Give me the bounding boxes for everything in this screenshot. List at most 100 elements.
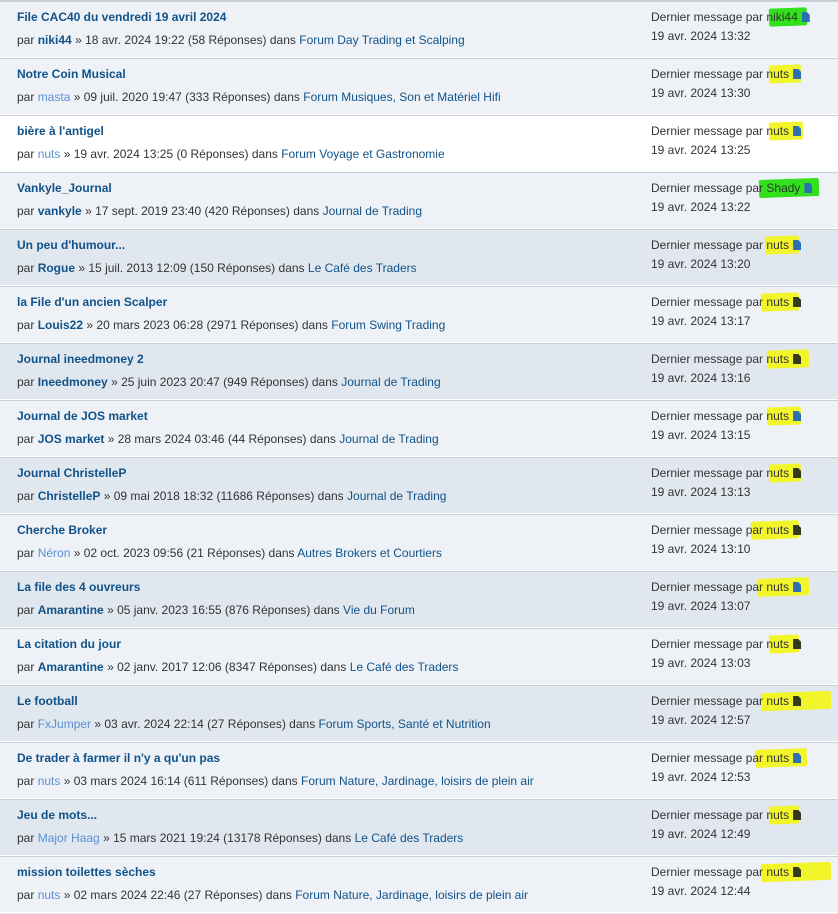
- last-post-label: Dernier message par: [651, 238, 764, 252]
- topic-title-link[interactable]: Cherche Broker: [17, 523, 107, 537]
- topic-title-link[interactable]: La file des 4 ouvreurs: [17, 580, 140, 594]
- last-post-user-link[interactable]: nuts: [766, 523, 789, 537]
- last-post-user-link[interactable]: nuts: [766, 124, 789, 138]
- topic-main: Notre Coin Musical par masta » 09 juil. …: [0, 59, 638, 114]
- topic-title-link[interactable]: la File d'un ancien Scalper: [17, 295, 167, 309]
- topic-row: Journal ineedmoney 2 par Ineedmoney » 25…: [0, 343, 838, 400]
- topic-forum-link[interactable]: Forum Sports, Santé et Nutrition: [319, 717, 491, 731]
- topic-forum-link[interactable]: Journal de Trading: [347, 489, 446, 503]
- topic-row: File CAC40 du vendredi 19 avril 2024 par…: [0, 1, 838, 58]
- by-label: par: [17, 318, 35, 332]
- topic-forum-link[interactable]: Forum Nature, Jardinage, loisirs de plei…: [295, 888, 528, 902]
- topic-forum-link[interactable]: Forum Voyage et Gastronomie: [281, 147, 444, 161]
- last-post-label: Dernier message par: [651, 67, 764, 81]
- last-post-user-link[interactable]: nuts: [766, 409, 789, 423]
- last-post: Dernier message par niki44 19 avr. 2024 …: [651, 7, 838, 43]
- view-latest-post-icon[interactable]: [793, 297, 802, 307]
- topic-author-link[interactable]: Ineedmoney: [38, 375, 108, 389]
- topic-title-link[interactable]: Notre Coin Musical: [17, 67, 126, 81]
- view-latest-post-icon[interactable]: [793, 639, 802, 649]
- topic-row: la File d'un ancien Scalper par Louis22 …: [0, 286, 838, 343]
- last-post: Dernier message par nuts 19 avr. 2024 12…: [651, 861, 838, 898]
- topic-author-link[interactable]: masta: [38, 90, 71, 104]
- topic-author-link[interactable]: nuts: [38, 888, 61, 902]
- topic-title-link[interactable]: Le football: [17, 694, 78, 708]
- last-post-user-link[interactable]: nuts: [766, 295, 789, 309]
- last-post-user-link[interactable]: nuts: [766, 466, 789, 480]
- topic-author-link[interactable]: Louis22: [38, 318, 83, 332]
- by-label: par: [17, 888, 35, 902]
- view-latest-post-icon[interactable]: [793, 240, 802, 250]
- topic-author-link[interactable]: nuts: [38, 774, 61, 788]
- last-post-label: Dernier message par: [651, 352, 764, 366]
- topic-author-link[interactable]: Rogue: [38, 261, 75, 275]
- topic-date-info: » 18 avr. 2024 19:22 (58 Réponses) dans: [75, 33, 296, 47]
- by-label: par: [17, 660, 35, 674]
- topic-title-link[interactable]: Journal ineedmoney 2: [17, 352, 144, 366]
- topic-author-link[interactable]: Amarantine: [38, 660, 104, 674]
- topic-row: La citation du jour par Amarantine » 02 …: [0, 628, 838, 685]
- topic-author-link[interactable]: niki44: [38, 33, 72, 47]
- last-post-date: 19 avr. 2024 13:17: [651, 314, 751, 328]
- topic-main: La citation du jour par Amarantine » 02 …: [0, 629, 638, 684]
- topic-author-link[interactable]: Amarantine: [38, 603, 104, 617]
- topic-forum-link[interactable]: Journal de Trading: [339, 432, 438, 446]
- topic-date-info: » 02 mars 2024 22:46 (27 Réponses) dans: [63, 888, 292, 902]
- topic-forum-link[interactable]: Forum Swing Trading: [331, 318, 445, 332]
- view-latest-post-icon[interactable]: [793, 525, 802, 535]
- topic-meta: par niki44 » 18 avr. 2024 19:22 (58 Répo…: [17, 33, 465, 47]
- last-post-user-link[interactable]: nuts: [766, 352, 789, 366]
- topic-forum-link[interactable]: Vie du Forum: [343, 603, 415, 617]
- topic-author-link[interactable]: nuts: [38, 147, 61, 161]
- topic-author-link[interactable]: FxJumper: [38, 717, 91, 731]
- last-post-label: Dernier message par: [651, 295, 764, 309]
- last-post-user-link[interactable]: nuts: [766, 694, 789, 708]
- last-post-user-link[interactable]: niki44: [766, 10, 797, 24]
- topic-date-info: » 09 mai 2018 18:32 (11686 Réponses) dan…: [103, 489, 344, 503]
- topic-title-link[interactable]: Un peu d'humour...: [17, 238, 125, 252]
- topic-title-link[interactable]: De trader à farmer il n'y a qu'un pas: [17, 751, 220, 765]
- topic-title-link[interactable]: Jeu de mots...: [17, 808, 97, 822]
- topic-meta: par Ineedmoney » 25 juin 2023 20:47 (949…: [17, 375, 441, 389]
- topic-date-info: » 19 avr. 2024 13:25 (0 Réponses) dans: [63, 147, 278, 161]
- topic-forum-link[interactable]: Le Café des Traders: [308, 261, 417, 275]
- topic-forum-link[interactable]: Journal de Trading: [323, 204, 422, 218]
- last-post-user-link[interactable]: nuts: [766, 580, 789, 594]
- topic-date-info: » 03 avr. 2024 22:14 (27 Réponses) dans: [94, 717, 316, 731]
- topic-forum-link[interactable]: Journal de Trading: [341, 375, 440, 389]
- topic-title-link[interactable]: Vankyle_Journal: [17, 181, 112, 195]
- topic-forum-link[interactable]: Le Café des Traders: [355, 831, 464, 845]
- topic-row: Jeu de mots... par Major Haag » 15 mars …: [0, 799, 838, 856]
- last-post-user-link[interactable]: nuts: [766, 238, 789, 252]
- topic-author-link[interactable]: Néron: [38, 546, 71, 560]
- topic-author-link[interactable]: Major Haag: [38, 831, 100, 845]
- topic-title-link[interactable]: La citation du jour: [17, 637, 121, 651]
- view-latest-post-icon[interactable]: [793, 810, 802, 820]
- topic-forum-link[interactable]: Autres Brokers et Courtiers: [297, 546, 442, 560]
- topic-title-link[interactable]: bière à l'antigel: [17, 124, 104, 138]
- topic-author-link[interactable]: ChristelleP: [38, 489, 101, 503]
- last-post-user-link[interactable]: nuts: [766, 751, 789, 765]
- last-post-user-link[interactable]: Shady: [766, 181, 800, 195]
- topic-title-link[interactable]: Journal ChristelleP: [17, 466, 126, 480]
- topic-author-link[interactable]: JOS market: [38, 432, 105, 446]
- by-label: par: [17, 204, 35, 218]
- topic-forum-link[interactable]: Forum Day Trading et Scalping: [299, 33, 464, 47]
- topic-author-link[interactable]: vankyle: [38, 204, 82, 218]
- by-label: par: [17, 774, 35, 788]
- last-post-user-link[interactable]: nuts: [766, 637, 789, 651]
- last-post-user-link[interactable]: nuts: [766, 67, 789, 81]
- last-post-label: Dernier message par: [651, 181, 764, 195]
- last-post: Dernier message par nuts 19 avr. 2024 12…: [651, 805, 838, 841]
- topic-date-info: » 20 mars 2023 06:28 (2971 Réponses) dan…: [86, 318, 328, 332]
- view-latest-post-icon[interactable]: [801, 12, 810, 22]
- topic-forum-link[interactable]: Forum Musiques, Son et Matériel Hifi: [303, 90, 500, 104]
- topic-title-link[interactable]: mission toilettes sèches: [17, 865, 156, 879]
- topic-forum-link[interactable]: Le Café des Traders: [350, 660, 459, 674]
- last-post-date: 19 avr. 2024 13:03: [651, 656, 751, 670]
- last-post-user-link[interactable]: nuts: [766, 865, 789, 879]
- last-post-user-link[interactable]: nuts: [766, 808, 789, 822]
- topic-forum-link[interactable]: Forum Nature, Jardinage, loisirs de plei…: [301, 774, 534, 788]
- topic-title-link[interactable]: Journal de JOS market: [17, 409, 148, 423]
- topic-title-link[interactable]: File CAC40 du vendredi 19 avril 2024: [17, 10, 226, 24]
